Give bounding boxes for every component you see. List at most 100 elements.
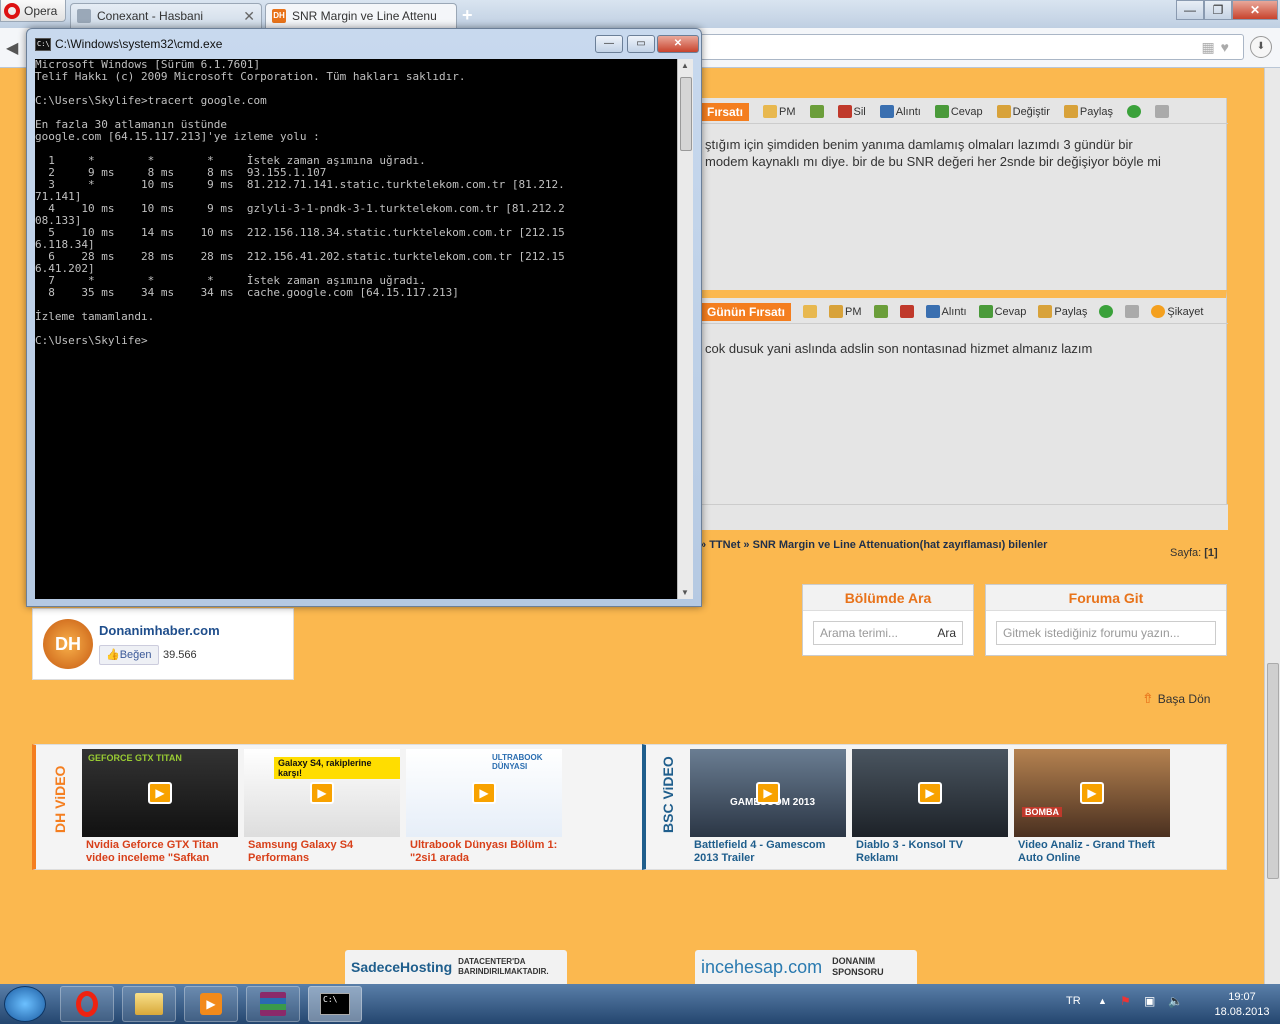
reply-link[interactable]: Cevap — [934, 105, 983, 118]
tab-snr-margin[interactable]: DH SNR Margin ve Line Attenu — [265, 3, 457, 28]
breadcrumb-current[interactable]: SNR Margin ve Line Attenuation(hat zayıf… — [753, 539, 1048, 551]
pm-link[interactable]: PM — [829, 305, 862, 318]
quote-link[interactable]: Alıntı — [879, 105, 921, 118]
close-window-button[interactable]: ✕ — [1232, 0, 1278, 20]
sponsor-incehesap[interactable]: incehesap.com DONANIM SPONSORU — [695, 950, 917, 984]
volume-icon[interactable]: 🔈 — [1168, 994, 1183, 1008]
play-icon[interactable]: ▶ — [1080, 782, 1104, 804]
share-link[interactable]: Paylaş — [1063, 105, 1113, 118]
video-item[interactable]: ULTRABOOK DÜNYASI ▶ Ultrabook Dünyası Bö… — [406, 749, 562, 867]
sponsor-sadecehosting[interactable]: SadeceHosting DATACENTER'DA BARINDIRILMA… — [345, 950, 567, 984]
start-button[interactable] — [4, 986, 46, 1022]
taskbar-explorer[interactable] — [122, 986, 176, 1022]
video-thumbnail[interactable]: ULTRABOOK DÜNYASI ▶ — [406, 749, 562, 837]
play-icon[interactable]: ▶ — [148, 782, 172, 804]
video-title[interactable]: Nvidia Geforce GTX Titan video inceleme … — [82, 837, 238, 867]
envelope-icon[interactable] — [803, 305, 817, 318]
facebook-page-name[interactable]: Donanimhaber.com — [99, 623, 220, 638]
page-scrollbar-thumb[interactable] — [1267, 663, 1279, 879]
report-link[interactable]: Şikayet — [1151, 305, 1203, 318]
taskbar-media-player[interactable]: ▶ — [184, 986, 238, 1022]
share-page-icon — [1063, 105, 1078, 118]
arrow-up-icon: ⇮ — [1142, 690, 1154, 706]
cmd-minimize-button[interactable]: — — [595, 35, 623, 53]
user-link[interactable] — [809, 105, 824, 118]
share-icon[interactable] — [1099, 305, 1114, 318]
share-icon[interactable] — [1126, 105, 1141, 118]
taskbar-winrar[interactable] — [246, 986, 300, 1022]
new-tab-button[interactable]: + — [462, 5, 473, 26]
video-thumbnail[interactable]: BOMBA ▶ — [1014, 749, 1170, 837]
console-output[interactable]: Microsoft Windows [Sürüm 6.1.7601] Telif … — [35, 59, 677, 599]
forum-jump-input[interactable]: Gitmek istediğiniz forumu yazın... — [996, 621, 1216, 645]
download-icon[interactable]: ⬇ — [1250, 36, 1272, 58]
cmd-window[interactable]: C:\ C:\Windows\system32\cmd.exe — ▭ ✕ Mi… — [26, 28, 702, 607]
flag-icon[interactable]: ⚑ — [1120, 994, 1131, 1008]
gunun-firsati-badge[interactable]: Günün Fırsatı — [701, 302, 791, 321]
cmd-close-button[interactable]: ✕ — [657, 35, 699, 53]
scroll-down-icon[interactable]: ▼ — [681, 588, 689, 597]
share-link[interactable]: Paylaş — [1038, 305, 1087, 318]
show-hidden-icons-icon[interactable]: ▲ — [1098, 996, 1107, 1006]
video-thumbnail[interactable]: GAMESCOM 2013 ▶ — [690, 749, 846, 837]
minimize-button[interactable]: — — [1176, 0, 1204, 20]
play-icon[interactable]: ▶ — [472, 782, 496, 804]
cmd-scrollbar-thumb[interactable] — [680, 77, 692, 151]
section-search-input[interactable]: Arama terimi... Ara — [813, 621, 963, 645]
dh-video-strip: DH ViDEO GEFORCE GTX TITAN ▶ Nvidia Gefo… — [32, 744, 644, 870]
play-icon[interactable]: ▶ — [756, 782, 780, 804]
quote-link[interactable]: Alıntı — [925, 305, 967, 318]
video-title[interactable]: Battlefield 4 - Gamescom 2013 Trailer — [690, 837, 846, 867]
like-button[interactable]: 👍Beğen — [99, 645, 159, 665]
video-title[interactable]: Video Analiz - Grand Theft Auto Online — [1014, 837, 1170, 867]
print-icon[interactable] — [1154, 105, 1169, 118]
cmd-scrollbar[interactable]: ▲ ▼ — [677, 59, 693, 599]
video-thumbnail[interactable]: GEFORCE GTX TITAN ▶ — [82, 749, 238, 837]
taskbar-opera[interactable] — [60, 986, 114, 1022]
reply-link[interactable]: Cevap — [978, 305, 1026, 318]
like-count: 39.566 — [163, 649, 197, 661]
breadcrumb-ttnet[interactable]: TTNet — [709, 539, 740, 551]
play-icon[interactable]: ▶ — [310, 782, 334, 804]
taskbar-cmd[interactable]: C:\ — [308, 986, 362, 1022]
share-page-icon — [1038, 305, 1053, 318]
video-thumbnail[interactable]: ▶ — [852, 749, 1008, 837]
video-title[interactable]: Ultrabook Dünyası Bölüm 1: "2si1 arada — [406, 837, 562, 867]
video-item[interactable]: BOMBA ▶ Video Analiz - Grand Theft Auto … — [1014, 749, 1170, 867]
firsat-badge[interactable]: Fırsatı — [701, 102, 750, 121]
delete-link[interactable]: Sil — [837, 105, 866, 118]
video-item[interactable]: GAMESCOM 2013 ▶ Battlefield 4 - Gamescom… — [690, 749, 846, 867]
donanimhaber-logo-icon: DH — [43, 619, 93, 669]
pm-link[interactable]: PM — [763, 105, 796, 118]
clock[interactable]: 19:07 18.08.2013 — [1212, 990, 1272, 1020]
breadcrumb-separator: » — [743, 539, 750, 551]
speed-dial-heart-icons[interactable]: ▦♥ — [1201, 39, 1235, 56]
maximize-button[interactable]: ❐ — [1204, 0, 1232, 20]
video-title[interactable]: Samsung Galaxy S4 Performans — [244, 837, 400, 867]
print-icon[interactable] — [1125, 305, 1140, 318]
back-arrow-icon[interactable]: ◀ — [6, 38, 24, 57]
language-indicator[interactable]: TR — [1066, 995, 1081, 1007]
bsc-video-label: BSC ViDEO — [660, 756, 676, 833]
play-icon[interactable]: ▶ — [918, 782, 942, 804]
media-player-icon: ▶ — [200, 993, 222, 1015]
video-item[interactable]: ▶ Diablo 3 - Konsol TV Reklamı — [852, 749, 1008, 867]
back-to-top[interactable]: ⇮ Başa Dön — [1142, 690, 1210, 707]
hand-icon[interactable] — [899, 305, 914, 318]
cmd-maximize-button[interactable]: ▭ — [627, 35, 655, 53]
user-add-icon[interactable] — [873, 305, 888, 318]
tab-conexant[interactable]: Conexant - Hasbani ✕ — [70, 3, 262, 28]
address-field[interactable]: ▦♥ — [700, 34, 1244, 60]
scroll-up-icon[interactable]: ▲ — [681, 61, 689, 70]
video-thumbnail[interactable]: Galaxy S4, rakiplerine karşı! ▶ — [244, 749, 400, 837]
video-title[interactable]: Diablo 3 - Konsol TV Reklamı — [852, 837, 1008, 867]
page-scrollbar[interactable] — [1264, 68, 1280, 984]
opera-menu-button[interactable]: Opera — [0, 0, 66, 22]
search-button[interactable]: Ara — [937, 622, 956, 644]
video-item[interactable]: GEFORCE GTX TITAN ▶ Nvidia Geforce GTX T… — [82, 749, 238, 867]
network-icon[interactable]: ▣ — [1144, 994, 1155, 1008]
close-tab-icon[interactable]: ✕ — [243, 8, 255, 25]
video-item[interactable]: Galaxy S4, rakiplerine karşı! ▶ Samsung … — [244, 749, 400, 867]
paging-current[interactable]: [1] — [1204, 547, 1217, 559]
edit-link[interactable]: Değiştir — [996, 105, 1050, 118]
